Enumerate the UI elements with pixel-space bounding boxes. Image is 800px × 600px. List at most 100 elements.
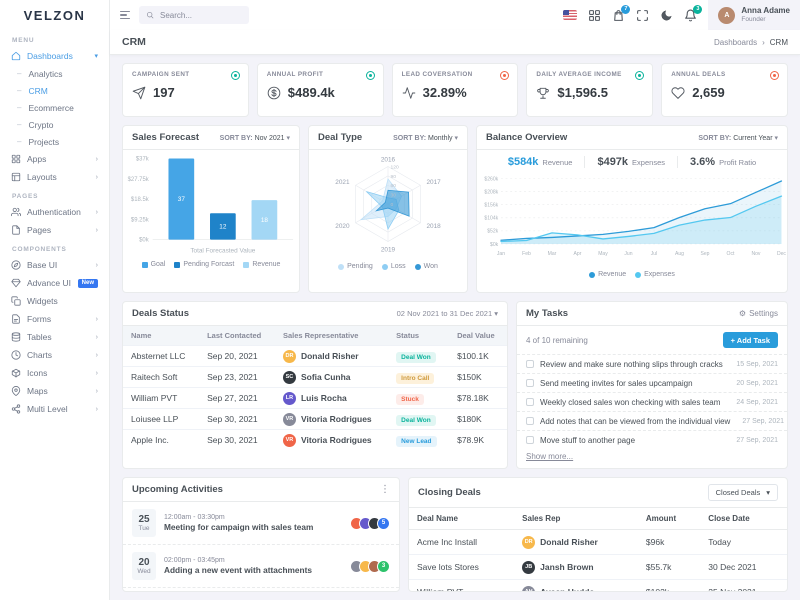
chevron-down-icon: ▾	[494, 309, 498, 318]
avatar: SC	[283, 371, 296, 384]
user-menu[interactable]: A Anna Adame Founder	[708, 0, 800, 30]
svg-text:Apr: Apr	[574, 251, 582, 257]
deal-amount: $55.7k	[638, 555, 700, 580]
task-checkbox[interactable]	[526, 360, 534, 368]
task-checkbox[interactable]	[526, 417, 534, 425]
svg-text:0: 0	[390, 202, 393, 208]
balance-overview-card: Balance Overview SORT BY: Current Year ▾…	[476, 125, 788, 293]
svg-text:$37k: $37k	[136, 157, 149, 163]
sales-rep-name: Jansh Brown	[540, 562, 593, 572]
deal-close-date: 25 Nov 2021	[700, 580, 787, 593]
section-label-menu: MENU	[0, 30, 109, 47]
activity-item: 17Wed 04:30pm - 07:15pmCreate new projec…	[123, 587, 399, 592]
home-icon	[11, 51, 21, 61]
sidebar-item-multi-level[interactable]: Multi Level›	[0, 400, 109, 418]
breadcrumb-current: CRM	[770, 38, 788, 47]
avatar: JB	[522, 561, 535, 574]
sales-forecast-sort[interactable]: SORT BY: Nov 2021 ▾	[220, 134, 290, 142]
sidebar-item-tables[interactable]: Tables›	[0, 328, 109, 346]
sales-rep-name: Donald Risher	[301, 351, 359, 361]
more-vertical-icon[interactable]: ⋮	[380, 485, 390, 495]
target-status-icon	[366, 71, 375, 80]
sidebar-item-forms[interactable]: Forms›	[0, 310, 109, 328]
sales-forecast-card: Sales Forecast SORT BY: Nov 2021 ▾ $0k$9…	[122, 125, 300, 293]
sidebar-item-ecommerce[interactable]: Ecommerce	[0, 99, 109, 116]
svg-text:Mar: Mar	[548, 251, 557, 257]
chevron-right-icon: ›	[96, 352, 98, 359]
sales-forecast-legend: Goal Pending Forcast Revenue	[123, 260, 299, 273]
stat-campaign-sent: CAMPAIGN SENT 197	[122, 63, 249, 117]
closing-deals-table: Deal Name Sales Rep Amount Close Date Ac…	[409, 508, 787, 592]
task-item: Move stuff to another page 27 Sep, 2021	[517, 430, 787, 449]
balance-overview-chart: $0k$52k$104k$156k$208k$260kJanFebMarAprM…	[477, 170, 787, 270]
cart-button[interactable]: 7	[612, 9, 625, 22]
svg-text:$0k: $0k	[139, 238, 149, 244]
heart-icon	[671, 86, 685, 100]
task-date: 24 Sep, 2021	[730, 399, 778, 406]
svg-text:$52k: $52k	[487, 229, 498, 235]
sidebar-item-charts[interactable]: Charts›	[0, 346, 109, 364]
svg-text:2018: 2018	[426, 223, 441, 230]
svg-text:60: 60	[390, 183, 396, 189]
apps-grid-button[interactable]	[588, 9, 601, 22]
deal-last-contacted: Sep 27, 2021	[199, 388, 275, 409]
add-task-button[interactable]: + Add Task	[723, 332, 778, 348]
deals-status-table: Name Last Contacted Sales Representative…	[123, 326, 507, 450]
chevron-down-icon: ▾	[94, 52, 98, 60]
svg-text:Jun: Jun	[624, 251, 632, 257]
notifications-button[interactable]: 3	[684, 9, 697, 22]
moon-icon	[660, 9, 673, 22]
sidebar-item-dashboards[interactable]: Dashboards ▾	[0, 47, 109, 65]
deals-status-row: Loiusee LLP Sep 30, 2021 VRVitoria Rodri…	[123, 409, 507, 430]
sidebar-item-analytics[interactable]: Analytics	[0, 65, 109, 82]
stats-row: CAMPAIGN SENT 197 ANNUAL PROFIT $489.4k …	[122, 63, 788, 117]
search-input[interactable]	[158, 10, 238, 21]
sidebar-item-crm[interactable]: CRM	[0, 82, 109, 99]
bottom-row: Upcoming Activities ⋮ 25Tue 12:00am - 03…	[122, 477, 788, 592]
task-date: 15 Sep, 2021	[730, 361, 778, 368]
show-more-link[interactable]: Show more...	[517, 449, 787, 467]
page-title: CRM	[122, 36, 146, 48]
deal-type-sort[interactable]: SORT BY: Monthly ▾	[393, 134, 458, 142]
sidebar-item-maps[interactable]: Maps›	[0, 382, 109, 400]
sidebar-item-icons[interactable]: Icons›	[0, 364, 109, 382]
date-range-selector[interactable]: 02 Nov 2021 to 31 Dec 2021 ▾	[397, 309, 498, 318]
sidebar-item-authentication[interactable]: Authentication›	[0, 203, 109, 221]
sidebar-item-widgets[interactable]: Widgets	[0, 292, 109, 310]
menu-toggle-button[interactable]	[120, 11, 130, 20]
closing-deals-filter[interactable]: Closed Deals▾	[708, 484, 778, 501]
chevron-right-icon: ›	[96, 316, 98, 323]
send-icon	[132, 86, 146, 100]
breadcrumb-root[interactable]: Dashboards	[714, 38, 757, 47]
layout-icon	[11, 172, 21, 182]
task-checkbox[interactable]	[526, 398, 534, 406]
deal-value: $78.9K	[449, 430, 507, 451]
svg-text:$104k: $104k	[484, 216, 498, 222]
target-status-icon	[635, 71, 644, 80]
deal-type-chart: 0306090120201620172018201920202021	[309, 150, 467, 262]
svg-text:$260k: $260k	[484, 176, 498, 182]
status-badge: Deal Won	[396, 415, 436, 426]
tasks-settings-button[interactable]: ⚙Settings	[739, 309, 778, 318]
avatar-group: 5	[354, 517, 390, 530]
box-icon	[11, 368, 21, 378]
sidebar-item-base-ui[interactable]: Base UI›	[0, 256, 109, 274]
task-checkbox[interactable]	[526, 436, 534, 444]
sidebar-item-advance-ui[interactable]: Advance UINew	[0, 274, 109, 292]
sidebar-item-crypto[interactable]: Crypto	[0, 116, 109, 133]
brand-logo[interactable]: VELZON	[0, 0, 109, 30]
fullscreen-button[interactable]	[636, 9, 649, 22]
task-checkbox[interactable]	[526, 379, 534, 387]
task-date: 27 Sep, 2021	[730, 437, 778, 444]
svg-text:37: 37	[178, 196, 186, 203]
dark-mode-button[interactable]	[660, 9, 673, 22]
svg-text:2016: 2016	[381, 157, 396, 164]
balance-overview-sort[interactable]: SORT BY: Current Year ▾	[698, 134, 778, 142]
sidebar-item-pages[interactable]: Pages›	[0, 221, 109, 239]
language-flag-icon[interactable]	[563, 10, 577, 20]
sidebar-item-layouts[interactable]: Layouts›	[0, 168, 109, 186]
sidebar-item-apps[interactable]: Apps›	[0, 150, 109, 168]
sidebar-item-projects[interactable]: Projects	[0, 133, 109, 150]
svg-text:Sep: Sep	[700, 251, 709, 257]
maximize-icon	[636, 9, 649, 22]
